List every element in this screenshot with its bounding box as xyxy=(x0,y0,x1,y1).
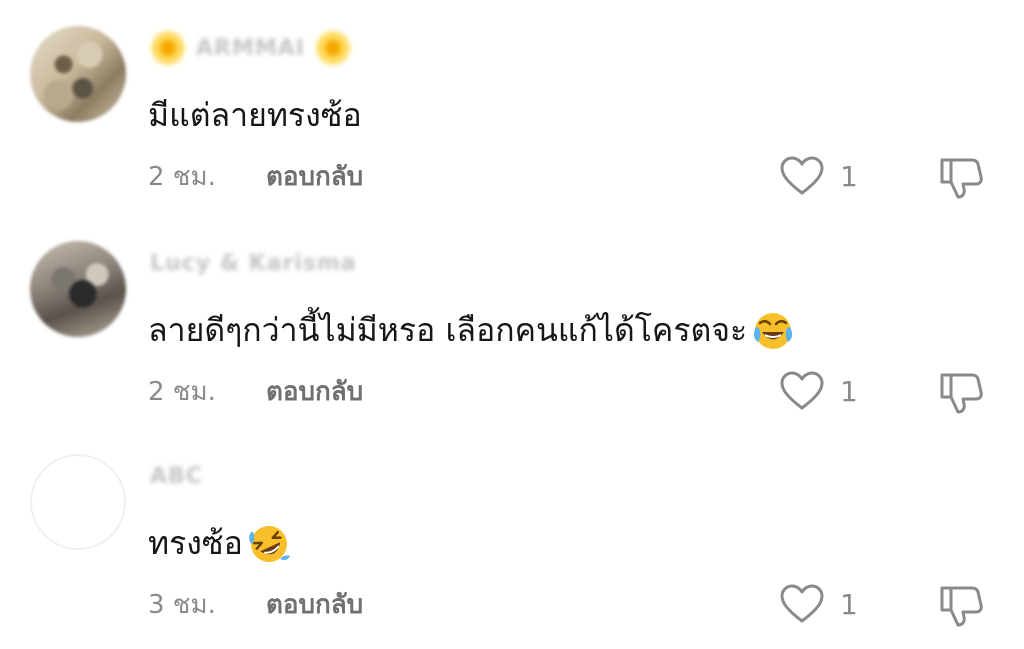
heart-outline-icon xyxy=(780,371,824,411)
comment-text-body: ลายดีๆกว่านี้ไม่มีหรอ เลือกคนแก้ได้โครตจ… xyxy=(148,311,748,349)
comment-item: Lucy & Karisma ลายดีๆกว่านี้ไม่มีหรอ เลื… xyxy=(0,235,1024,440)
comment-meta: 3 ชม. ตอบกลับ xyxy=(148,584,363,624)
username[interactable]: ABC xyxy=(150,456,203,496)
like-button[interactable]: 1 xyxy=(780,584,858,624)
reply-button[interactable]: ตอบกลับ xyxy=(266,156,363,197)
comment-time: 3 ชม. xyxy=(148,589,216,620)
comment-text: ทรงซ้อ xyxy=(148,518,291,569)
comment-item: ABC ทรงซ้อ 3 ชม. ตอบกลับ 1 xyxy=(0,448,1024,649)
thumbs-down-outline-icon xyxy=(938,154,984,200)
dislike-button[interactable] xyxy=(938,154,984,200)
comment-text-body: ทรงซ้อ xyxy=(148,524,243,562)
avatar[interactable] xyxy=(30,26,126,122)
username-text: ABC xyxy=(150,463,203,489)
rolling-on-floor-laughing-icon xyxy=(247,522,291,566)
like-count: 1 xyxy=(840,374,858,408)
dislike-button[interactable] xyxy=(938,369,984,415)
comment-text: มีแต่ลายทรงซ้อ xyxy=(148,90,362,141)
username[interactable]: Lucy & Karisma xyxy=(150,243,357,283)
heart-outline-icon xyxy=(780,156,824,196)
flower-emoji-icon xyxy=(150,30,186,66)
comment-list: ARMMAI มีแต่ลายทรงซ้อ 2 ชม. ตอบกลับ 1 Lu… xyxy=(0,0,1024,649)
comment-text-body: มีแต่ลายทรงซ้อ xyxy=(148,96,362,134)
comment-time: 2 ชม. xyxy=(148,161,216,192)
comment-meta: 2 ชม. ตอบกลับ xyxy=(148,156,363,196)
thumbs-down-outline-icon xyxy=(938,582,984,628)
heart-outline-icon xyxy=(780,584,824,624)
like-count: 1 xyxy=(840,159,858,193)
face-with-tears-of-joy-icon xyxy=(751,309,795,353)
like-button[interactable]: 1 xyxy=(780,156,858,196)
thumbs-down-outline-icon xyxy=(938,369,984,415)
username-text: Lucy & Karisma xyxy=(150,250,357,276)
comment-time: 2 ชม. xyxy=(148,376,216,407)
like-button[interactable]: 1 xyxy=(780,371,858,411)
comment-meta: 2 ชม. ตอบกลับ xyxy=(148,371,363,411)
avatar[interactable] xyxy=(30,241,126,337)
comment-text: ลายดีๆกว่านี้ไม่มีหรอ เลือกคนแก้ได้โครตจ… xyxy=(148,305,795,356)
comment-item: ARMMAI มีแต่ลายทรงซ้อ 2 ชม. ตอบกลับ 1 xyxy=(0,20,1024,225)
username-text: ARMMAI xyxy=(196,35,305,61)
reply-button[interactable]: ตอบกลับ xyxy=(266,584,363,625)
flower-emoji-icon xyxy=(314,30,351,66)
avatar[interactable] xyxy=(30,454,126,550)
username[interactable]: ARMMAI xyxy=(150,28,351,68)
dislike-button[interactable] xyxy=(938,582,984,628)
like-count: 1 xyxy=(840,587,858,621)
reply-button[interactable]: ตอบกลับ xyxy=(266,371,363,412)
